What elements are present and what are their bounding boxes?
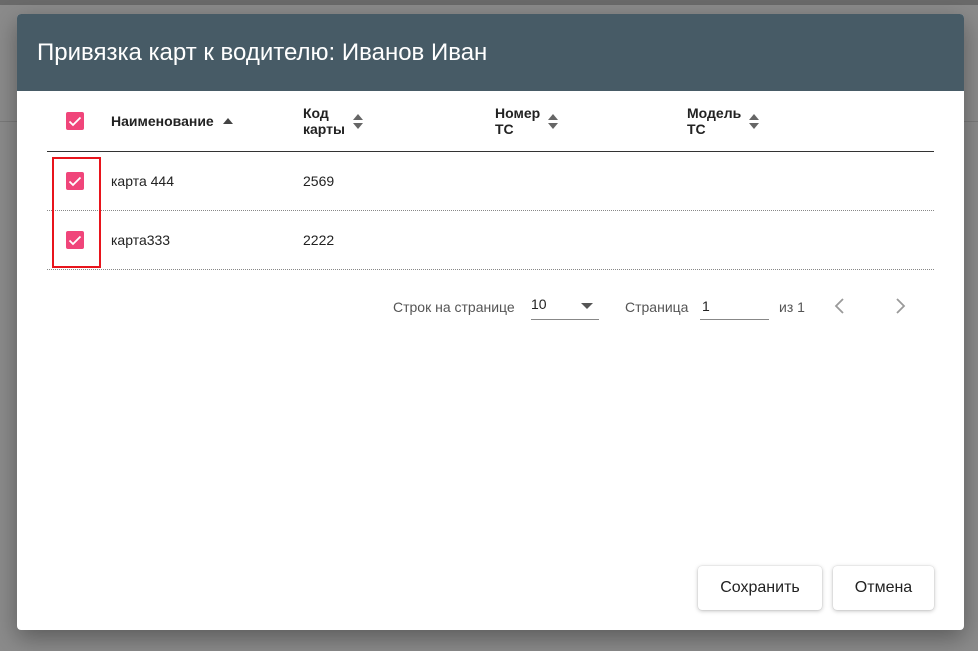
cell-name: карта333 [111,232,171,248]
save-button[interactable]: Сохранить [698,566,822,610]
column-header-card-code-line2: карты [303,121,345,137]
chevron-right-icon [896,298,906,314]
dropdown-arrow-icon [581,303,593,309]
table-row[interactable]: карта333 2222 [47,211,934,270]
page-number-input[interactable] [700,293,769,320]
previous-page-button[interactable] [828,294,852,318]
select-all-checkbox[interactable] [66,112,84,130]
cards-table: Наименование Код карты Номер ТС Модель Т… [47,91,934,270]
page-label: Страница [625,299,689,315]
sort-ascending-icon [222,118,233,124]
dialog-title: Привязка карт к водителю: Иванов Иван [37,39,488,66]
column-header-vehicle-number-line1: Номер [495,105,541,121]
background-toolbar [0,0,978,5]
card-assignment-dialog: Привязка карт к водителю: Иванов Иван На… [17,14,964,630]
table-header: Наименование Код карты Номер ТС Модель Т… [47,91,934,152]
column-header-card-code[interactable]: Код карты [303,91,363,151]
next-page-button[interactable] [888,294,912,318]
rows-per-page-select[interactable]: 10 [531,293,599,320]
rows-per-page-value: 10 [531,296,547,312]
cancel-button[interactable]: Отмена [833,566,934,610]
sort-both-icon [749,113,760,129]
column-header-name-label: Наименование [111,113,214,129]
column-header-vehicle-model-line1: Модель [687,105,742,121]
chevron-left-icon [834,298,844,314]
sort-both-icon [548,113,559,129]
column-header-card-code-line1: Код [303,105,329,121]
dialog-header: Привязка карт к водителю: Иванов Иван [17,14,964,91]
column-header-name[interactable]: Наименование [111,91,233,151]
cell-card-code: 2222 [303,232,335,248]
page-total-label: из 1 [779,299,805,315]
column-header-vehicle-number-line2: ТС [495,121,514,137]
column-header-vehicle-model-line2: ТС [687,121,706,137]
row-checkbox[interactable] [66,231,84,249]
column-header-vehicle-model[interactable]: Модель ТС [687,91,760,151]
check-icon [68,116,82,126]
check-icon [68,176,82,186]
check-icon [68,235,82,245]
cell-name: карта 444 [111,173,174,189]
table-row[interactable]: карта 444 2569 [47,152,934,211]
cell-card-code: 2569 [303,173,335,189]
sort-both-icon [352,113,363,129]
rows-per-page-label: Строк на странице [393,299,515,315]
column-header-vehicle-number[interactable]: Номер ТС [495,91,559,151]
row-checkbox[interactable] [66,172,84,190]
